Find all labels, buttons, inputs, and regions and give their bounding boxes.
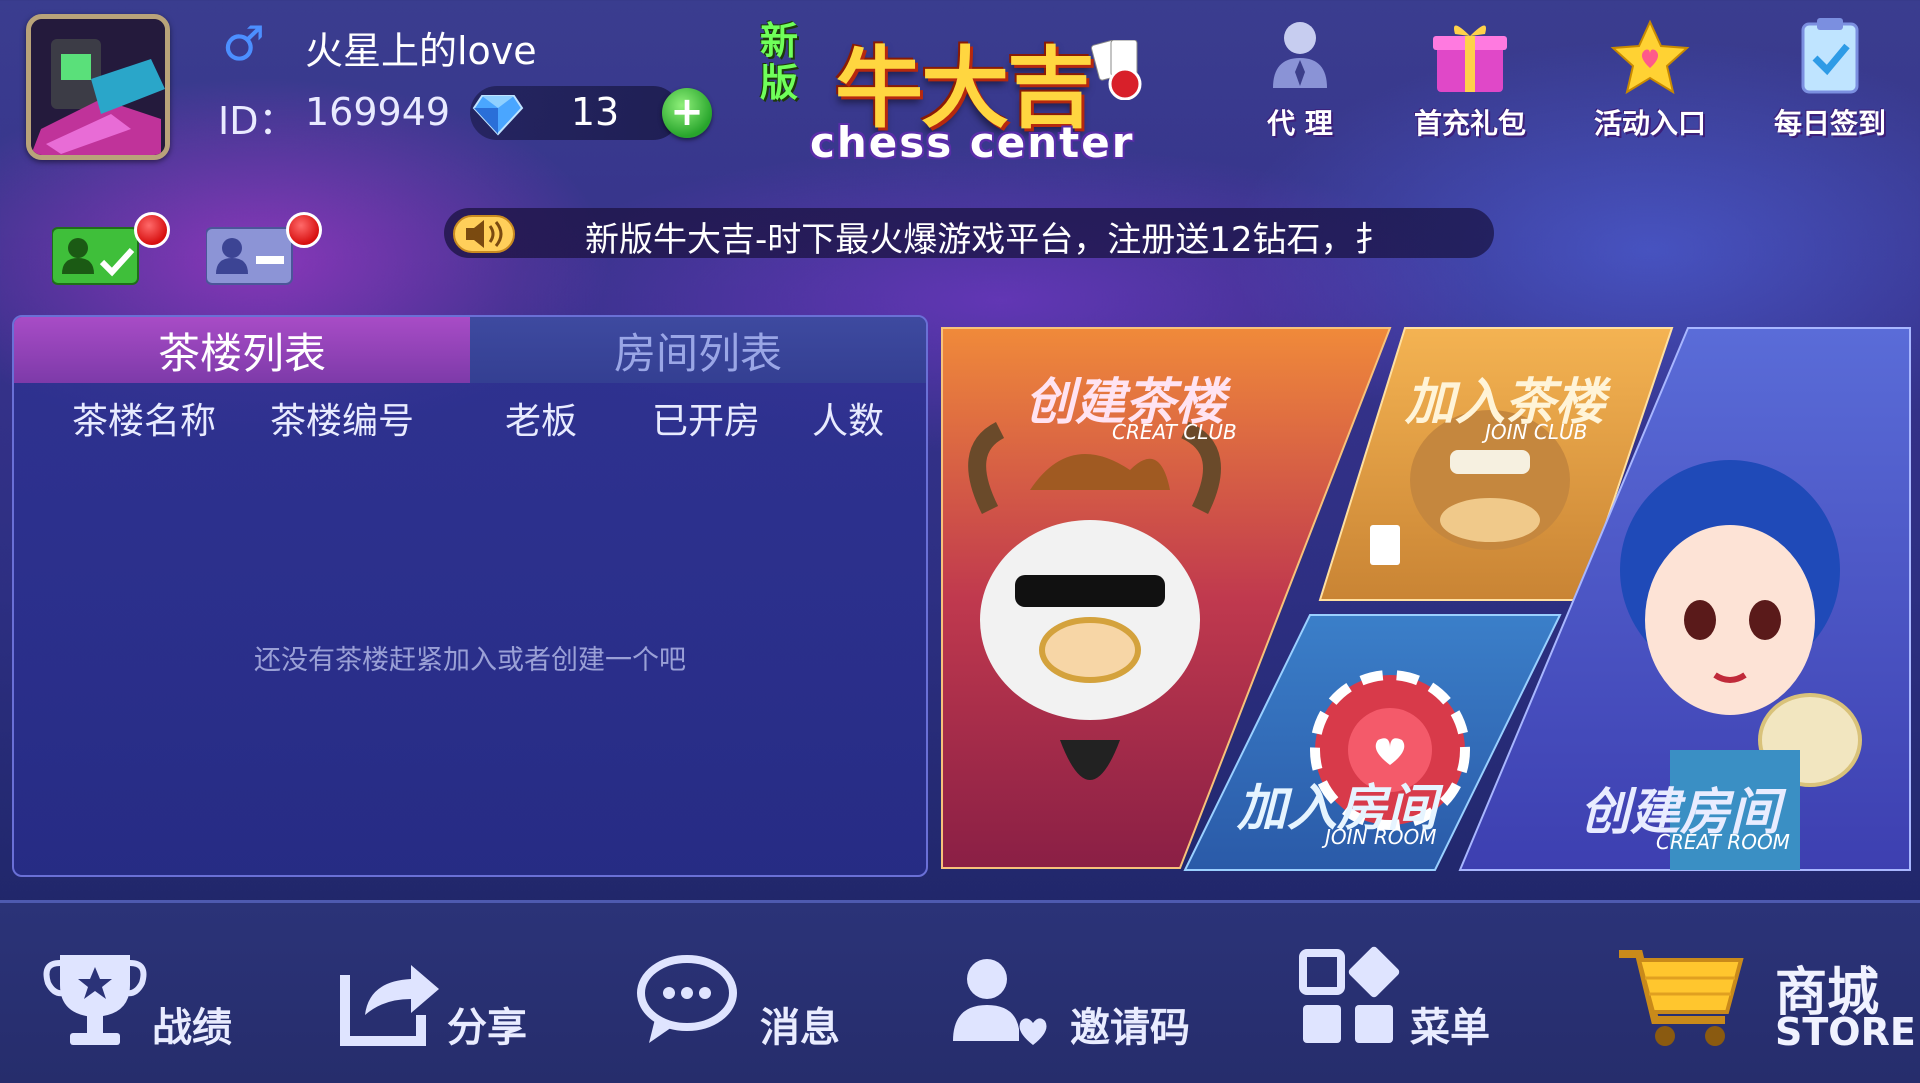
gift-label: 首充礼包 bbox=[1413, 107, 1526, 140]
id-label: ID： bbox=[218, 99, 297, 143]
first-recharge-gift-button[interactable]: 首充礼包 bbox=[1395, 16, 1545, 146]
join-room-sub: JOIN ROOM bbox=[1325, 825, 1437, 849]
logo-badge: 新版 bbox=[760, 19, 799, 105]
agent-label: 代 理 bbox=[1267, 107, 1333, 140]
daily-checkin-button[interactable]: 每日签到 bbox=[1755, 16, 1905, 146]
invite-icon bbox=[945, 945, 1055, 1055]
agent-icon bbox=[1255, 16, 1345, 96]
tab-room-list-label: 房间列表 bbox=[613, 329, 782, 378]
cards-chip-icon bbox=[1085, 39, 1155, 101]
diamond-icon bbox=[472, 88, 524, 138]
events-entry-button[interactable]: 活动入口 bbox=[1575, 16, 1725, 146]
cart-icon[interactable] bbox=[1615, 940, 1745, 1050]
events-label: 活动入口 bbox=[1593, 107, 1706, 140]
create-room-sub: CREAT ROOM bbox=[1656, 830, 1790, 854]
logo-subtitle: chess center bbox=[810, 118, 1135, 167]
announcement-text: 新版牛大吉-时下最火爆游戏平台，注册送12钻石，扌 bbox=[585, 220, 1389, 260]
create-club-sub: CREAT CLUB bbox=[1112, 420, 1237, 444]
nav-menu-label: 菜单 bbox=[1410, 1005, 1490, 1051]
nav-messages[interactable]: 消息 bbox=[635, 945, 855, 1055]
agent-button[interactable]: 代 理 bbox=[1225, 16, 1375, 146]
nickname: 火星上的love bbox=[305, 29, 537, 73]
nav-menu[interactable]: 菜单 bbox=[1295, 945, 1515, 1055]
nav-messages-label: 消息 bbox=[760, 1005, 840, 1051]
gift-icon bbox=[1425, 16, 1515, 96]
store-label-en: STORE bbox=[1775, 1010, 1916, 1054]
checkin-label: 每日签到 bbox=[1773, 107, 1886, 140]
notification-dot bbox=[286, 212, 322, 248]
star-icon bbox=[1605, 16, 1695, 96]
message-icon bbox=[635, 945, 745, 1055]
avatar[interactable] bbox=[26, 14, 170, 160]
nav-invite-code[interactable]: 邀请码 bbox=[945, 945, 1205, 1055]
column-club-name: 茶楼名称 bbox=[72, 401, 217, 442]
speaker-icon bbox=[452, 212, 516, 256]
male-icon: ♂ bbox=[222, 16, 266, 72]
notification-dot bbox=[134, 212, 170, 248]
join-club-sub: JOIN CLUB bbox=[1485, 420, 1588, 444]
tab-club-list-label: 茶楼列表 bbox=[157, 329, 326, 378]
nav-share[interactable]: 分享 bbox=[335, 945, 555, 1055]
column-players: 人数 bbox=[812, 401, 885, 442]
column-club-id: 茶楼编号 bbox=[270, 401, 415, 442]
column-owner: 老板 bbox=[505, 401, 578, 442]
menu-grid-icon bbox=[1295, 945, 1405, 1055]
add-diamond-button[interactable]: + bbox=[662, 88, 712, 138]
nav-records[interactable]: 战绩 bbox=[40, 945, 240, 1055]
nav-share-label: 分享 bbox=[447, 1005, 527, 1051]
nav-invite-label: 邀请码 bbox=[1070, 1005, 1190, 1051]
clipboard-check-icon bbox=[1785, 16, 1875, 96]
id-value: 169949 bbox=[305, 90, 451, 134]
column-open-rooms: 已开房 bbox=[652, 401, 761, 442]
diamond-count: 13 bbox=[570, 90, 620, 134]
share-icon bbox=[335, 945, 445, 1055]
nav-records-label: 战绩 bbox=[152, 1005, 232, 1051]
empty-list-message: 还没有茶楼赶紧加入或者创建一个吧 bbox=[254, 645, 686, 676]
trophy-icon bbox=[40, 945, 150, 1055]
